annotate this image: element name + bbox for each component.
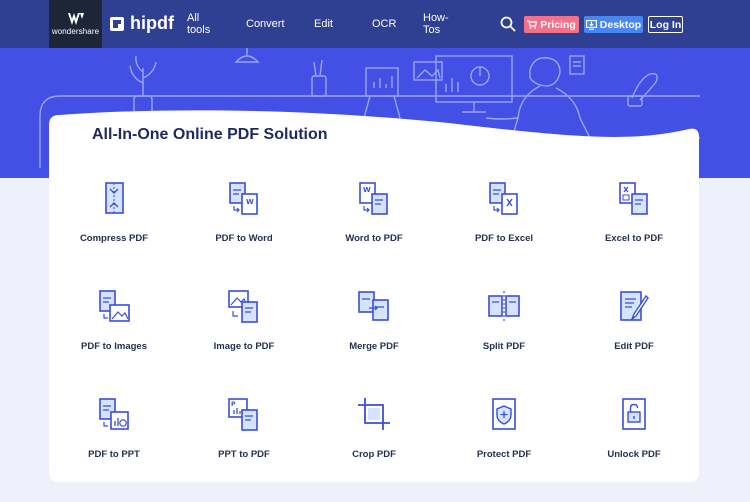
tool-label: PDF to Images <box>81 341 147 352</box>
pricing-label: Pricing <box>540 18 576 31</box>
desktop-button[interactable]: Desktop <box>584 16 643 33</box>
tool-merge-pdf[interactable]: Merge PDF <box>310 288 438 352</box>
svg-text:P: P <box>231 401 236 408</box>
wondershare-logo-icon <box>67 12 84 25</box>
tool-label: PDF to Word <box>215 233 273 244</box>
tool-ppt-to-pdf[interactable]: P PPT to PDF <box>180 396 308 460</box>
tool-label: Crop PDF <box>352 449 396 460</box>
ppt-to-pdf-icon: P <box>228 398 258 431</box>
tool-unlock-pdf[interactable]: Unlock PDF <box>570 396 698 460</box>
tool-label: Split PDF <box>482 341 526 352</box>
hipdf-logo-icon <box>110 16 124 31</box>
hipdf-logo-text: hipdf <box>130 13 174 33</box>
compress-icon <box>105 182 124 214</box>
tool-protect-pdf[interactable]: Protect PDF <box>440 396 568 460</box>
tool-edit-pdf[interactable]: Edit PDF <box>570 288 698 352</box>
svg-text:W: W <box>363 186 371 194</box>
tool-label: Edit PDF <box>614 341 654 352</box>
tool-label: Protect PDF <box>476 449 532 460</box>
crop-icon <box>358 398 390 430</box>
tool-label: Compress PDF <box>79 233 149 244</box>
desktop-label: Desktop <box>599 18 642 31</box>
pdf-to-excel-icon <box>489 182 518 215</box>
svg-text:W: W <box>246 198 254 206</box>
nav-how-tos[interactable]: How-Tos <box>423 12 449 36</box>
pdf-to-word-icon: W <box>229 182 258 215</box>
split-icon <box>488 291 520 321</box>
tool-pdf-to-ppt[interactable]: PDF to PPT <box>50 396 178 460</box>
unlock-icon <box>622 398 646 430</box>
edit-icon <box>620 291 649 322</box>
search-icon[interactable] <box>500 16 516 32</box>
tool-label: PPT to PDF <box>218 449 270 460</box>
tool-pdf-to-images[interactable]: PDF to Images <box>50 288 178 352</box>
tool-word-to-pdf[interactable]: W Word to PDF <box>310 180 438 244</box>
tool-label: Unlock PDF <box>607 449 661 460</box>
wondershare-label: wondershare <box>51 26 100 36</box>
excel-to-pdf-icon <box>619 182 648 215</box>
tool-label: Excel to PDF <box>604 233 664 244</box>
cart-icon <box>527 20 538 29</box>
nav-edit[interactable]: Edit <box>314 18 333 30</box>
tool-excel-to-pdf[interactable]: Excel to PDF <box>570 180 698 244</box>
protect-icon <box>492 398 516 430</box>
top-navigation-bar: wondershare hipdf All tools Convert Edit… <box>0 0 750 48</box>
nav-ocr[interactable]: OCR <box>372 18 396 30</box>
tool-label: Image to PDF <box>213 341 275 352</box>
word-to-pdf-icon: W <box>359 182 388 215</box>
login-button[interactable]: Log In <box>648 16 683 33</box>
pdf-to-ppt-icon <box>99 398 129 430</box>
tool-label: Word to PDF <box>345 233 403 244</box>
tool-compress-pdf[interactable]: Compress PDF <box>50 180 178 244</box>
tool-pdf-to-excel[interactable]: PDF to Excel <box>440 180 568 244</box>
merge-icon <box>358 291 389 321</box>
tool-split-pdf[interactable]: Split PDF <box>440 288 568 352</box>
tools-card: All-In-One Online PDF Solution Compress … <box>49 105 699 482</box>
nav-all-tools[interactable]: All tools <box>187 12 210 36</box>
pricing-button[interactable]: Pricing <box>524 16 579 33</box>
image-to-pdf-icon <box>228 290 258 323</box>
tool-label: PDF to PPT <box>88 449 140 460</box>
tool-image-to-pdf[interactable]: Image to PDF <box>180 288 308 352</box>
hipdf-logo[interactable]: hipdf <box>110 13 174 34</box>
tool-label: PDF to Excel <box>474 233 534 244</box>
tool-crop-pdf[interactable]: Crop PDF <box>310 396 438 460</box>
tool-label: Merge PDF <box>349 341 399 352</box>
nav-convert[interactable]: Convert <box>246 18 285 30</box>
wondershare-logo[interactable]: wondershare <box>49 0 102 48</box>
page-title: All-In-One Online PDF Solution <box>92 126 328 143</box>
download-desktop-icon <box>585 19 597 30</box>
pdf-to-images-icon <box>99 290 130 322</box>
tool-pdf-to-word[interactable]: W PDF to Word <box>180 180 308 244</box>
